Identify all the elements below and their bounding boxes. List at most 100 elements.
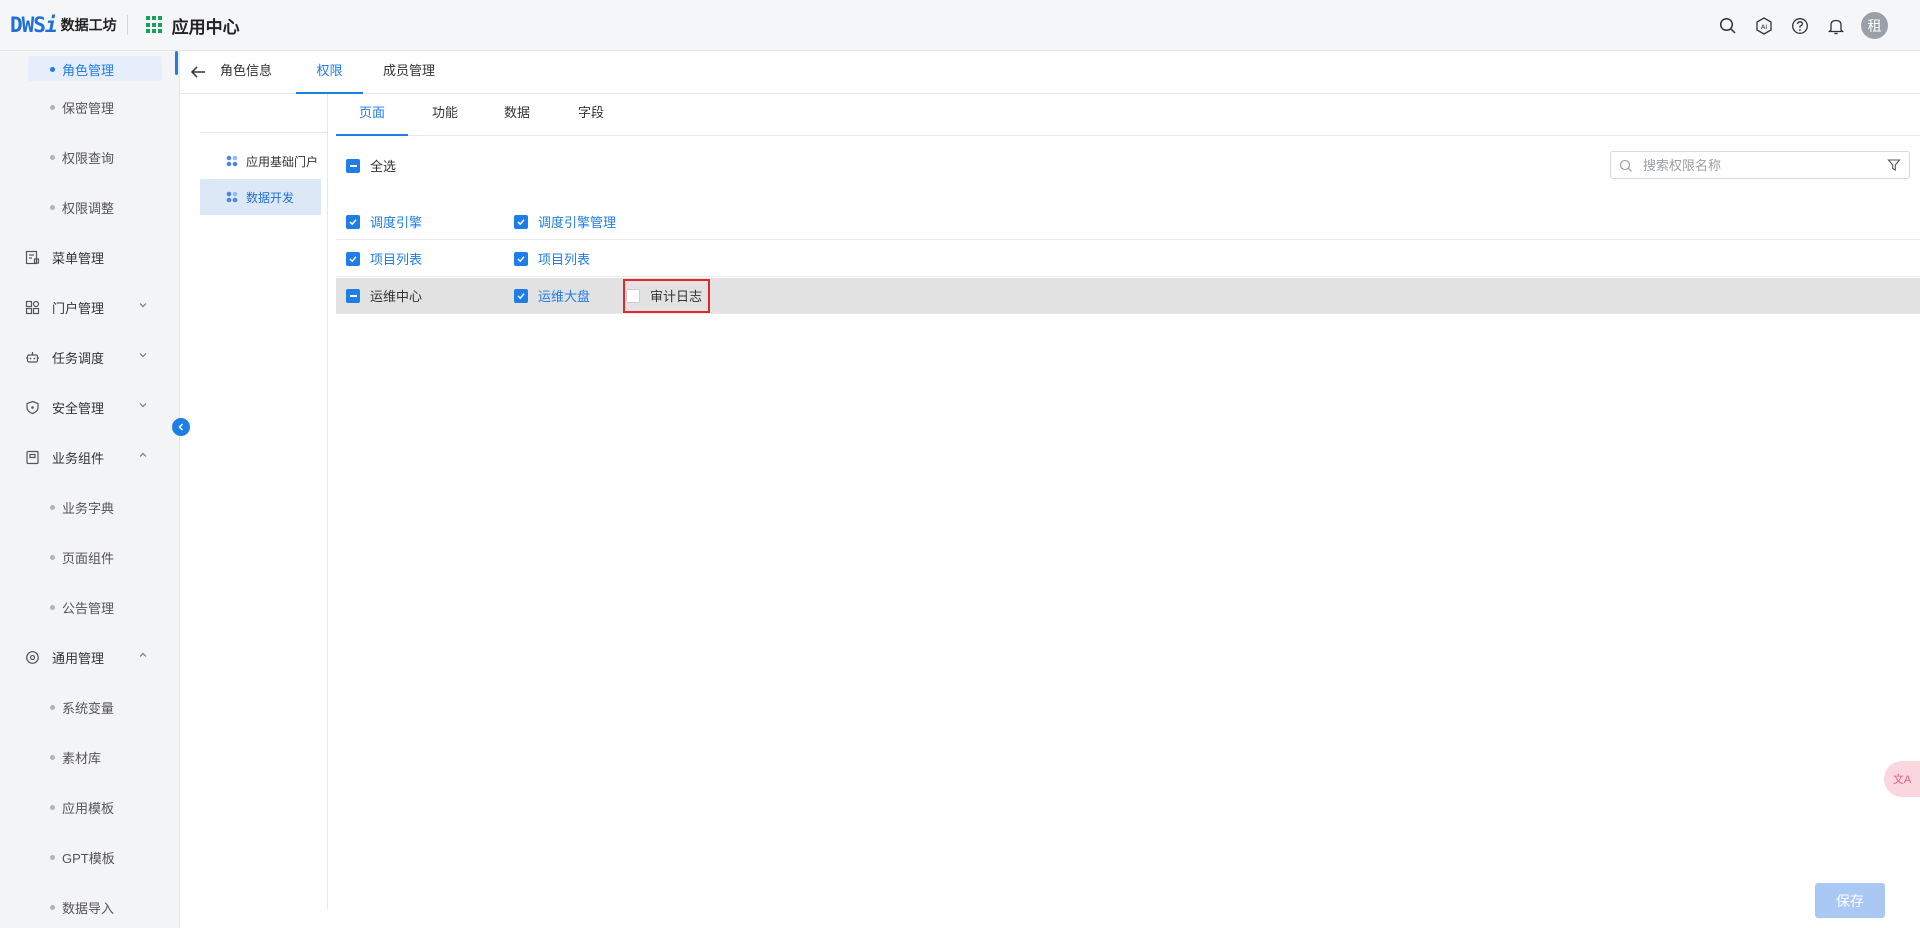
sidebar-item-label: 保密管理 [62,100,115,116]
tab-member-manage[interactable]: 成员管理 [383,51,435,94]
chevron-up-icon [139,452,147,457]
bullet-icon [50,104,55,110]
role-tabs: 角色信息 权限 成员管理 [180,51,1920,94]
permission-label: 调度引擎管理 [538,215,617,230]
sidebar-item-general-manage[interactable]: 通用管理 [0,639,179,675]
checkbox[interactable] [514,214,528,229]
shield-icon [24,399,40,415]
sidebar-item-permission-adjust[interactable]: 权限调整 [0,189,179,225]
tab-permission[interactable]: 权限 [296,51,363,94]
sidebar-item-gpt-template[interactable]: GPT模板 [0,839,179,875]
sidebar-item-page-component[interactable]: 页面组件 [0,539,179,575]
tab-data[interactable]: 数据 [504,94,530,136]
sidebar-item-business-dictionary[interactable]: 业务字典 [0,489,179,525]
back-arrow-icon[interactable] [190,64,206,80]
sidebar-item-label: 角色管理 [62,62,115,78]
robot-icon [24,349,40,365]
tree-item-data-dev[interactable]: 数据开发 [200,179,321,215]
permission-label: 项目列表 [370,252,423,267]
tree-item-app-base-portal[interactable]: 应用基础门户 [200,143,321,179]
logo-text: 数据工坊 [60,17,117,33]
permission-item-project-list[interactable]: 项目列表 [514,249,590,268]
checkbox[interactable] [346,251,360,266]
sidebar-item-label: 数据导入 [62,900,115,916]
sidebar-item-permission-query[interactable]: 权限查询 [0,139,179,175]
sidebar-item-role-manage[interactable]: 角色管理 [0,51,179,87]
sidebar-item-security-manage[interactable]: 安全管理 [0,389,179,425]
chevron-up-icon [139,652,147,657]
app-center-switcher[interactable]: 应用中心 [145,13,240,38]
sidebar-collapse-button[interactable] [172,418,190,436]
bullet-icon [50,204,55,210]
select-all[interactable]: 全选 [346,156,396,175]
translate-float-button[interactable]: 文A [1884,761,1920,797]
sidebar-item-label: 素材库 [62,750,102,766]
checkbox[interactable] [514,288,528,303]
portal-icon [24,299,40,315]
permission-type-tabs: 页面 功能 数据 字段 [336,94,1920,136]
sidebar-item-system-variable[interactable]: 系统变量 [0,689,179,725]
tree-divider [200,132,328,133]
app-cluster-icon [226,191,238,203]
header-divider [126,15,128,35]
permission-item-ops-dashboard[interactable]: 运维大盘 [514,286,590,305]
highlight-annotation-box [623,279,710,313]
help-icon[interactable] [1789,15,1811,37]
sidebar-item-portal-manage[interactable]: 门户管理 [0,289,179,325]
app-title: 应用中心 [171,17,240,37]
bullet-icon [50,66,55,72]
tab-page[interactable]: 页面 [336,94,408,136]
avatar[interactable]: 租 [1861,12,1888,39]
app-cluster-icon [226,155,238,167]
sidebar-item-label: 权限调整 [62,200,115,216]
tree-item-label: 数据开发 [246,190,295,205]
select-all-label: 全选 [370,159,397,174]
bullet-icon [50,754,55,760]
sidebar-scroll-indicator [175,51,178,75]
chevron-down-icon [139,403,147,408]
sidebar-item-app-template[interactable]: 应用模板 [0,789,179,825]
sidebar-item-label: GPT模板 [62,850,115,866]
search-icon[interactable] [1717,15,1739,37]
sidebar-item-label: 门户管理 [52,300,105,316]
sidebar-item-business-component[interactable]: 业务组件 [0,439,179,475]
sidebar-item-label: 应用模板 [62,800,115,816]
ai-icon[interactable]: AI [1753,15,1775,37]
sidebar-item-label: 权限查询 [62,150,115,166]
sidebar-item-data-import[interactable]: 数据导入 [0,889,179,925]
permission-item-schedule-engine-manage[interactable]: 调度引擎管理 [514,212,616,231]
search-input[interactable] [1643,155,1863,175]
tab-function[interactable]: 功能 [432,94,458,136]
sidebar-item-task-schedule[interactable]: 任务调度 [0,339,179,375]
permission-group-ops-center[interactable]: 运维中心 [346,286,422,305]
checkbox[interactable] [346,214,360,229]
sidebar: 角色管理 保密管理 权限查询 权限调整 菜单管理 门户管理 任务调度 安全管理 … [0,51,180,928]
sidebar-item-label: 页面组件 [62,550,115,566]
permission-group-project-list[interactable]: 项目列表 [346,249,422,268]
sidebar-item-secret-manage[interactable]: 保密管理 [0,89,179,125]
bell-icon[interactable] [1825,15,1847,37]
checkbox[interactable] [514,251,528,266]
component-icon [24,449,40,465]
settings-icon [24,649,40,665]
permission-group-schedule-engine[interactable]: 调度引擎 [346,212,422,231]
filter-icon[interactable] [1887,158,1901,172]
bullet-icon [50,154,55,160]
save-button[interactable]: 保存 [1815,883,1885,918]
permission-row: 调度引擎 调度引擎管理 [336,204,1920,240]
sidebar-item-label: 安全管理 [52,400,105,416]
menu-manage-icon [24,249,40,265]
select-all-checkbox[interactable] [346,158,360,173]
sidebar-item-material-library[interactable]: 素材库 [0,739,179,775]
svg-text:AI: AI [1761,23,1767,31]
checkbox[interactable] [346,288,360,303]
sidebar-item-menu-manage[interactable]: 菜单管理 [0,239,179,275]
sidebar-item-label: 公告管理 [62,600,115,616]
tree-item-label: 应用基础门户 [246,154,319,169]
logo[interactable]: DWSi 数据工坊 [0,0,117,50]
tab-role-info[interactable]: 角色信息 [220,51,272,94]
sidebar-item-notice-manage[interactable]: 公告管理 [0,589,179,625]
permission-search [1610,151,1910,179]
tab-field[interactable]: 字段 [578,94,604,136]
bullet-icon [50,704,55,710]
